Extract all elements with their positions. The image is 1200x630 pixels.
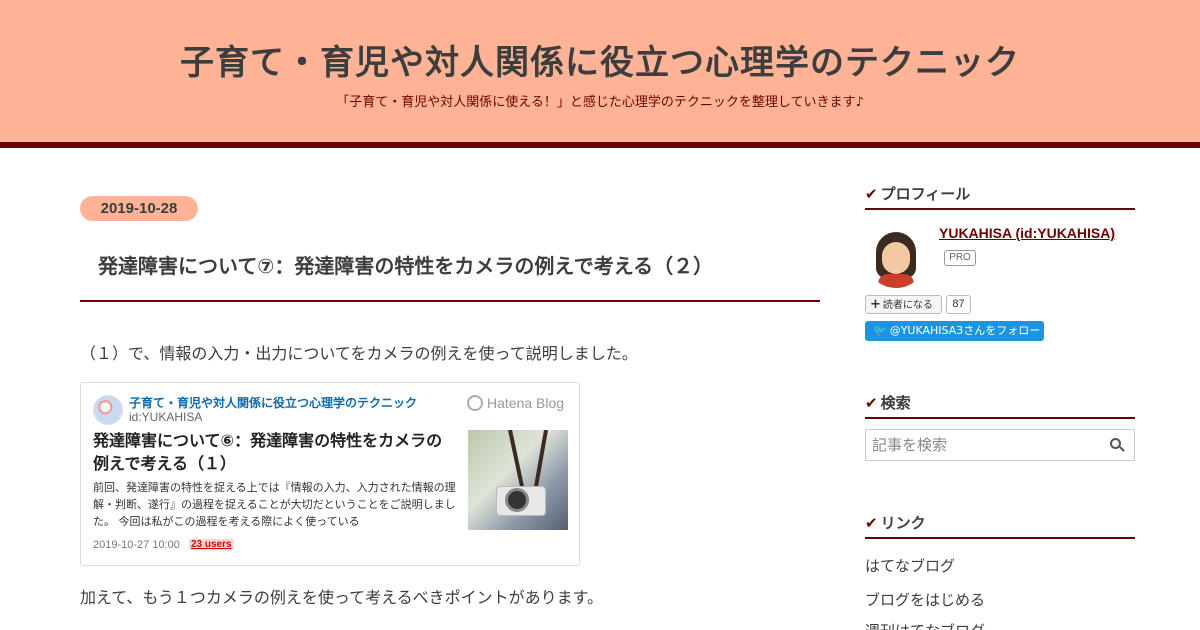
entry-paragraph-1: （１）で、情報の入力・出力についてをカメラの例えを使って説明しました。: [80, 344, 638, 363]
twitter-follow-label: @YUKAHISA3さんをフォロー: [889, 324, 1041, 337]
profile-name-link[interactable]: YUKAHISA (id:YUKAHISA): [939, 225, 1115, 241]
embed-timestamp: 2019-10-27 10:00: [93, 539, 180, 551]
embed-thumbnail[interactable]: [468, 430, 568, 530]
embed-card[interactable]: 子育て・育児や対人関係に役立つ心理学のテクニック id:YUKAHISA Hat…: [80, 382, 580, 566]
twitter-follow-button[interactable]: 🐦 @YUKAHISA3さんをフォロー: [865, 321, 1044, 341]
title-divider: [80, 300, 820, 302]
hatena-brand-label: Hatena Blog: [487, 395, 565, 411]
profile-heading-label: プロフィール: [880, 185, 971, 203]
entry-title[interactable]: 発達障害について⑦：発達障害の特性をカメラの例えで考える（２）: [98, 250, 713, 279]
subscriber-count: 87: [946, 295, 971, 314]
subscribe-label: 読者になる: [882, 300, 933, 311]
embed-title[interactable]: 発達障害について⑥：発達障害の特性をカメラの例えで考える（１）: [93, 429, 455, 475]
entry-paragraph-2: 加えて、もう１つカメラの例えを使って考えるべきポイントがあります。: [80, 588, 604, 607]
subscribe-button[interactable]: + 読者になる: [865, 295, 942, 314]
site-title[interactable]: 子育て・育児や対人関係に役立つ心理学のテクニック: [0, 35, 1200, 84]
pro-badge: PRO: [944, 250, 976, 266]
search-icon[interactable]: [1110, 438, 1125, 452]
camera-strap: [508, 430, 525, 490]
check-icon: ✔: [865, 185, 878, 203]
check-icon: ✔: [865, 394, 878, 412]
check-icon: ✔: [865, 514, 878, 532]
site-description: 「子育て・育児や対人関係に使える！」と感じた心理学のテクニックを整理していきます…: [336, 95, 864, 110]
search-heading: ✔ 検索: [865, 392, 911, 413]
bookmark-users-badge[interactable]: 23 users: [189, 539, 234, 550]
embed-blog-id: id:YUKAHISA: [129, 410, 203, 424]
links-heading-label: リンク: [880, 514, 926, 532]
avatar[interactable]: [866, 228, 926, 288]
embed-excerpt: 前回、発達障害の特性を捉える上では『情報の入力、入力された情報の理解・判断、遂行…: [93, 481, 456, 528]
site-header: 子育て・育児や対人関係に役立つ心理学のテクニック 「子育て・育児や対人関係に使え…: [0, 0, 1200, 148]
sidebar-link-weekly[interactable]: 週刊はてなブログ: [865, 620, 985, 630]
sidebar-link-start-blog[interactable]: ブログをはじめる: [865, 589, 985, 610]
hatena-blog-brand[interactable]: Hatena Blog: [467, 395, 564, 411]
entry-date[interactable]: 2019-10-28: [80, 196, 198, 221]
search-heading-rule: [865, 417, 1135, 419]
embed-blog-name[interactable]: 子育て・育児や対人関係に役立つ心理学のテクニック: [129, 394, 417, 411]
bird-icon: 🐦: [873, 324, 887, 337]
profile-heading: ✔ プロフィール: [865, 183, 970, 204]
plus-icon: +: [870, 297, 881, 312]
hatena-logo-icon: [467, 395, 483, 411]
links-heading: ✔ リンク: [865, 512, 926, 533]
camera-lens: [505, 488, 529, 512]
avatar-shirt: [878, 274, 914, 288]
search-input[interactable]: [866, 430, 1102, 460]
search-heading-label: 検索: [880, 394, 911, 412]
profile-heading-rule: [865, 208, 1135, 210]
search-form: [865, 429, 1135, 461]
blog-avatar: [93, 395, 123, 425]
camera-strap: [533, 430, 548, 490]
links-heading-rule: [865, 537, 1135, 539]
avatar-face: [882, 242, 910, 274]
sidebar-link-hatena-blog[interactable]: はてなブログ: [865, 555, 955, 576]
